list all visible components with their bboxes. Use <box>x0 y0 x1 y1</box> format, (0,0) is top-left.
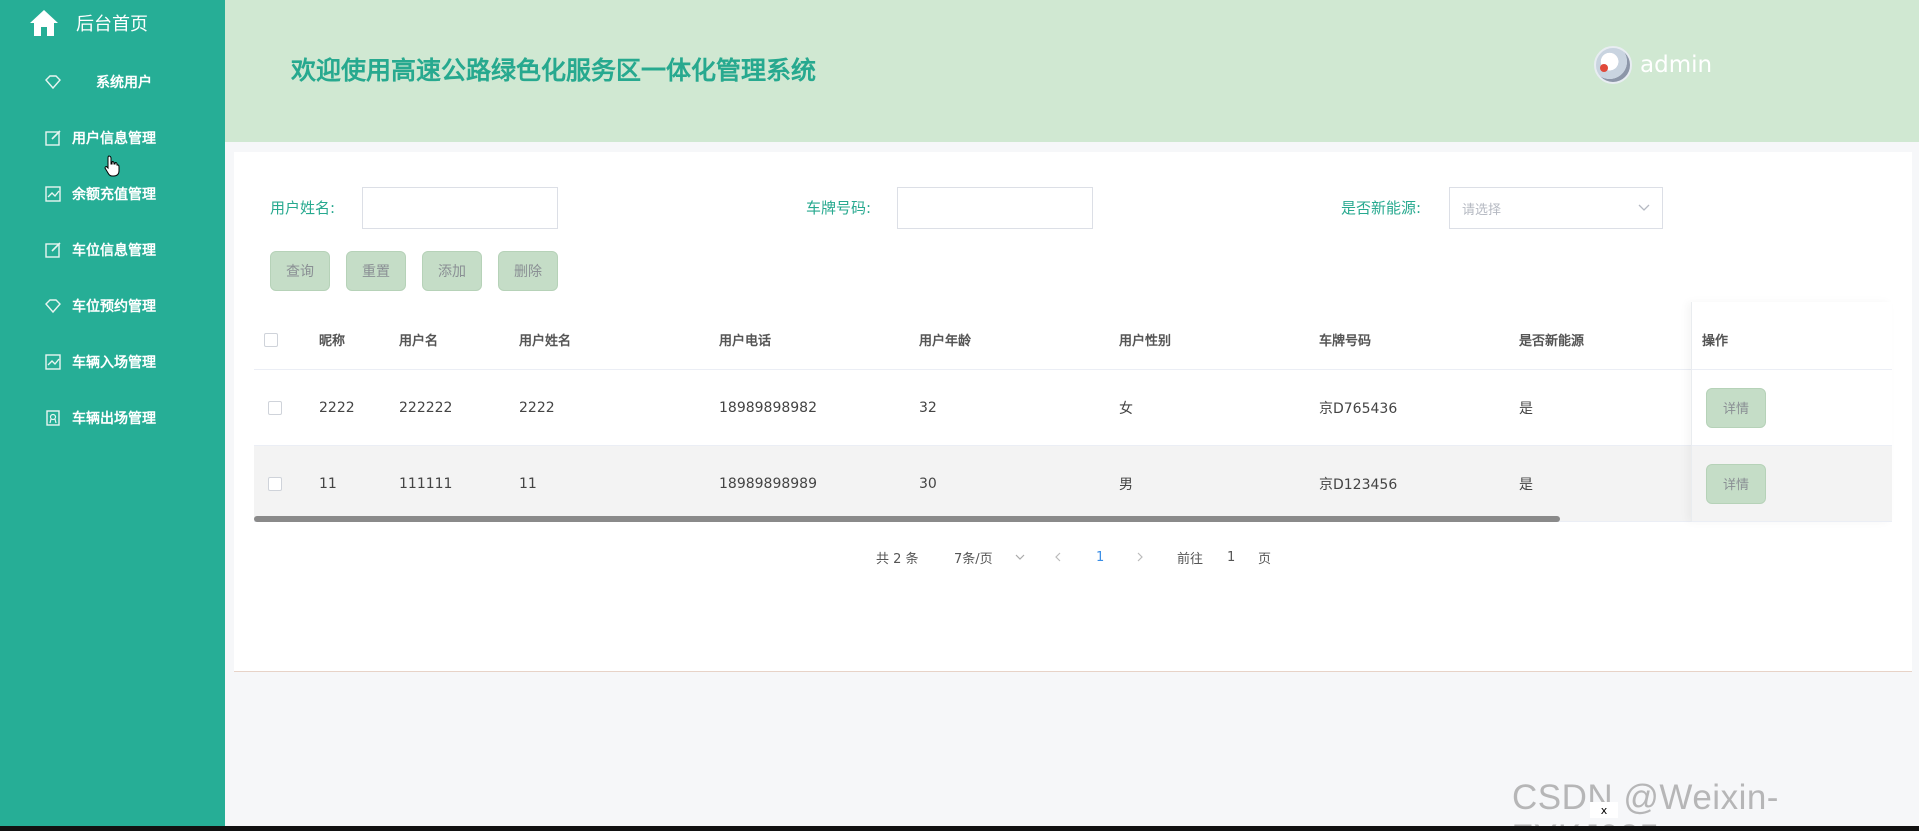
table-cell: 18989898982 <box>719 399 817 416</box>
energy-filter-label: 是否新能源: <box>1341 199 1422 217</box>
table-cell: 2222 <box>319 399 355 416</box>
sidebar-item-recharge[interactable]: 余额充值管理 <box>44 182 156 206</box>
main-card: 用户姓名: 车牌号码: 是否新能源: 请选择 查询 重置 添加 删除 昵称 用户… <box>234 152 1912 672</box>
column-header[interactable]: 车牌号码 <box>1319 310 1371 369</box>
watermark: CSDN @Weixin-ZYKJ985 <box>1512 778 1779 831</box>
table-row: 2222 222222 2222 18989898982 32 女 京D7654… <box>254 370 1892 446</box>
goto-page-input[interactable]: 1 <box>1227 542 1235 572</box>
sidebar: 后台首页 系统用户 用户信息管理 余额充值管理 车位信息管理 车位预约管理 车辆… <box>0 0 225 826</box>
table-cell: 是 <box>1519 476 1533 493</box>
row-checkbox[interactable] <box>268 400 282 415</box>
username: admin <box>1640 52 1713 78</box>
table-cell: 18989898989 <box>719 475 817 492</box>
column-header[interactable]: 用户性别 <box>1119 310 1171 369</box>
horizontal-scrollbar[interactable] <box>254 516 1560 522</box>
energy-filter-select[interactable]: 请选择 <box>1449 187 1663 229</box>
bottom-bar <box>0 826 1919 831</box>
goto-suffix: 页 <box>1258 551 1272 567</box>
sidebar-item-label: 车辆入场管理 <box>72 355 156 371</box>
chevron-right-icon <box>1137 552 1143 562</box>
page-size-value: 7条/页 <box>954 551 993 567</box>
hand-cursor-icon <box>104 155 120 177</box>
chevron-down-icon <box>1638 204 1650 211</box>
chart-icon <box>45 186 61 202</box>
diamond-icon <box>45 299 61 314</box>
pagination-total: 共 2 条 <box>876 551 919 567</box>
sidebar-item-label: 车位预约管理 <box>72 299 156 315</box>
reset-button[interactable]: 重置 <box>346 251 406 291</box>
table-cell: 32 <box>919 399 937 416</box>
sidebar-item-label: 车辆出场管理 <box>72 411 156 427</box>
table-cell: 京D765436 <box>1319 400 1398 417</box>
sidebar-item-user-info[interactable]: 用户信息管理 <box>44 126 156 150</box>
sidebar-item-system-users[interactable]: 系统用户 <box>44 70 152 94</box>
chevron-down-icon <box>1015 554 1025 560</box>
table-cell: 11 <box>519 475 537 492</box>
table-cell: 11 <box>319 475 337 492</box>
sidebar-item-parking-info[interactable]: 车位信息管理 <box>44 238 156 262</box>
table-cell: 是 <box>1519 400 1533 417</box>
sidebar-item-label: 余额充值管理 <box>72 187 156 203</box>
name-filter-label: 用户姓名: <box>270 199 336 217</box>
select-placeholder: 请选择 <box>1462 202 1502 218</box>
sidebar-item-label: 系统用户 <box>96 75 152 91</box>
name-filter-input[interactable] <box>362 187 558 229</box>
sidebar-item-label: 车位信息管理 <box>72 243 156 259</box>
query-button[interactable]: 查询 <box>270 251 330 291</box>
column-header[interactable]: 用户名 <box>399 310 438 369</box>
goto-prefix: 前往 <box>1177 551 1204 567</box>
sidebar-home[interactable]: 后台首页 <box>28 8 148 38</box>
chevron-left-icon <box>1055 552 1061 562</box>
edit-icon <box>45 130 61 146</box>
table-cell: 111111 <box>399 475 453 492</box>
column-header[interactable]: 是否新能源 <box>1519 310 1584 369</box>
column-header[interactable]: 昵称 <box>319 310 345 369</box>
table-cell: 女 <box>1119 400 1133 417</box>
edit-icon <box>45 242 61 258</box>
prev-page-button[interactable] <box>1054 542 1062 572</box>
home-icon <box>30 10 58 36</box>
plate-filter-input[interactable] <box>897 187 1093 229</box>
table-header-row: 昵称 用户名 用户姓名 用户电话 用户年龄 用户性别 车牌号码 是否新能源 操作 <box>254 310 1892 370</box>
sidebar-item-vehicle-exit[interactable]: 车辆出场管理 <box>44 406 156 430</box>
pagination: 共 2 条 7条/页 1 前往 1 页 <box>234 542 1912 572</box>
data-table: 昵称 用户名 用户姓名 用户电话 用户年龄 用户性别 车牌号码 是否新能源 操作… <box>254 302 1892 522</box>
column-header[interactable]: 用户电话 <box>719 310 771 369</box>
table-cell: 京D123456 <box>1319 476 1398 493</box>
sidebar-item-parking-reservation[interactable]: 车位预约管理 <box>44 294 156 318</box>
row-checkbox[interactable] <box>268 476 282 491</box>
table-cell: 222222 <box>399 399 453 416</box>
sidebar-item-vehicle-entry[interactable]: 车辆入场管理 <box>44 350 156 374</box>
avatar <box>1594 46 1632 84</box>
delete-button[interactable]: 删除 <box>498 251 558 291</box>
sidebar-home-label: 后台首页 <box>76 14 148 35</box>
select-all-checkbox[interactable] <box>264 332 278 347</box>
page-title: 欢迎使用高速公路绿色化服务区一体化管理系统 <box>291 56 817 85</box>
column-header[interactable]: 用户年龄 <box>919 310 971 369</box>
diamond-icon <box>45 75 61 90</box>
table-row: 11 111111 11 18989898989 30 男 京D123456 是… <box>254 446 1892 522</box>
sidebar-item-label: 用户信息管理 <box>72 131 156 147</box>
table-cell: 2222 <box>519 399 555 416</box>
close-mark[interactable]: x <box>1590 802 1618 818</box>
fixed-operation-column <box>1691 302 1892 522</box>
column-header[interactable]: 用户姓名 <box>519 310 571 369</box>
header: 欢迎使用高速公路绿色化服务区一体化管理系统 admin <box>225 0 1919 142</box>
add-button[interactable]: 添加 <box>422 251 482 291</box>
user-menu[interactable]: admin <box>1594 46 1712 84</box>
table-cell: 男 <box>1119 476 1133 493</box>
badge-icon <box>46 410 60 426</box>
table-cell: 30 <box>919 475 937 492</box>
next-page-button[interactable] <box>1136 542 1144 572</box>
page-number-current[interactable]: 1 <box>1096 542 1104 572</box>
plate-filter-label: 车牌号码: <box>806 199 872 217</box>
page-size-select[interactable]: 7条/页 <box>954 542 1025 572</box>
chart-icon <box>45 354 61 370</box>
